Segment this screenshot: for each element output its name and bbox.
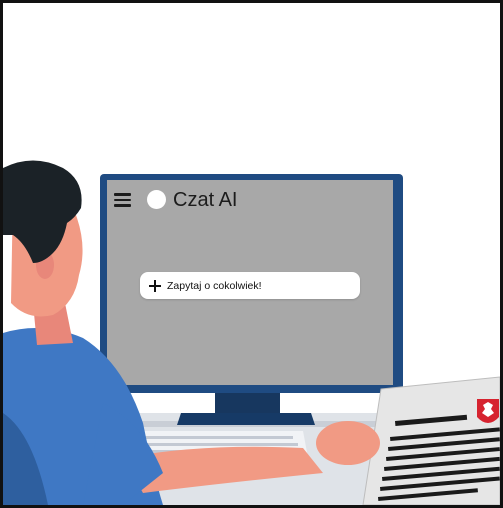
plus-icon[interactable] bbox=[149, 279, 161, 292]
hamburger-menu-icon[interactable] bbox=[114, 193, 131, 207]
chat-app-screen: Czat AI Zapytaj o cokolwiek! bbox=[111, 186, 391, 386]
illustration-frame: Czat AI Zapytaj o cokolwiek! bbox=[0, 0, 503, 508]
hand bbox=[316, 421, 380, 465]
ask-input-placeholder: Zapytaj o cokolwiek! bbox=[167, 279, 262, 292]
monitor-base bbox=[177, 413, 315, 425]
circle-logo-icon bbox=[147, 190, 166, 209]
polish-eagle-emblem bbox=[477, 399, 499, 423]
app-title: Czat AI bbox=[173, 189, 238, 211]
ask-input[interactable]: Zapytaj o cokolwiek! bbox=[140, 272, 360, 299]
